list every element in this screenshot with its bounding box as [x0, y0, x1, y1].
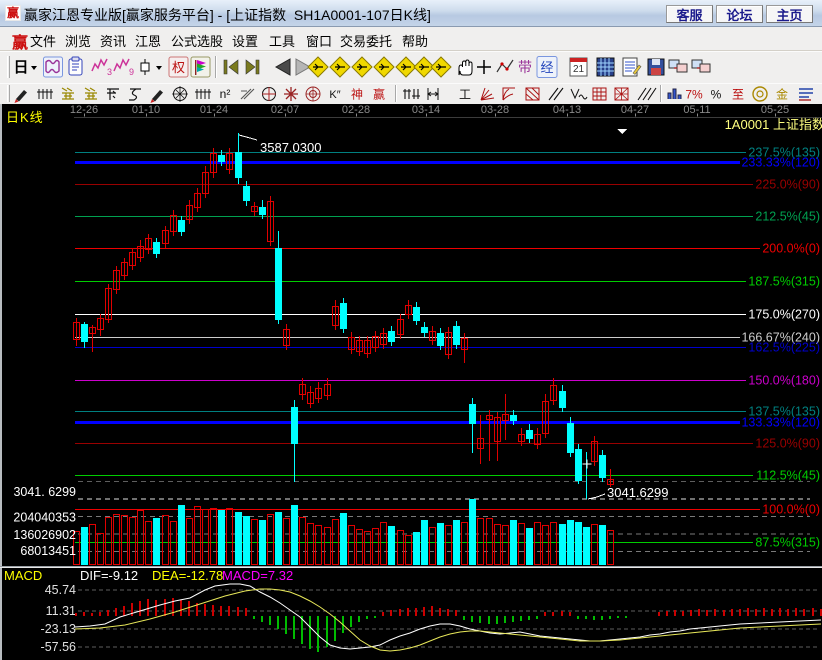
svg-text:日K线: 日K线	[6, 107, 44, 126]
svg-text:至: 至	[732, 86, 744, 103]
svg-text:金: 金	[776, 86, 788, 103]
svg-text:带: 带	[518, 57, 532, 77]
svg-text:162.5%(225): 162.5%(225)	[748, 341, 820, 355]
svg-text:神: 神	[351, 86, 363, 103]
svg-text:125.0%(90): 125.0%(90)	[755, 437, 820, 451]
svg-text:K″: K″	[329, 86, 340, 102]
svg-text:87.5%(315): 87.5%(315)	[755, 536, 820, 550]
svg-text:MACD=7.32: MACD=7.32	[222, 568, 293, 583]
svg-text:187.5%(315): 187.5%(315)	[748, 275, 820, 289]
svg-text:-23.13: -23.13	[41, 622, 76, 636]
svg-text:%: %	[711, 86, 722, 103]
svg-text:68013451: 68013451	[20, 544, 76, 558]
svg-text:175.0%(270): 175.0%(270)	[748, 308, 820, 322]
svg-text:225.0%(90): 225.0%(90)	[755, 178, 820, 192]
svg-text:1A0001 上证指数: 1A0001 上证指数	[725, 114, 822, 133]
svg-text:233.33%(120): 233.33%(120)	[741, 156, 820, 170]
svg-text:n²: n²	[220, 85, 231, 102]
svg-text:21: 21	[573, 60, 585, 75]
svg-text:赢: 赢	[373, 86, 385, 103]
svg-text:100.0%(0): 100.0%(0)	[762, 503, 820, 517]
svg-text:150.0%(180): 150.0%(180)	[748, 374, 820, 388]
svg-text:3587.0300: 3587.0300	[260, 140, 321, 155]
svg-text:7%: 7%	[685, 86, 703, 103]
svg-text:3041.6299: 3041.6299	[607, 485, 668, 500]
svg-text:200.0%(0): 200.0%(0)	[762, 242, 820, 256]
svg-text:日: 日	[13, 56, 28, 77]
svg-text:DIF=-9.12: DIF=-9.12	[80, 568, 138, 583]
svg-text:204040353: 204040353	[13, 511, 76, 525]
svg-text:212.5%(45): 212.5%(45)	[755, 210, 820, 224]
svg-text:权: 权	[172, 57, 185, 76]
svg-text:DEA=-12.78: DEA=-12.78	[152, 568, 223, 583]
svg-text:工: 工	[459, 86, 471, 103]
svg-text:MACD: MACD	[4, 568, 42, 583]
svg-text:11.31: 11.31	[46, 604, 76, 618]
svg-text:3041. 6299: 3041. 6299	[13, 485, 76, 499]
svg-text:45.74: 45.74	[45, 583, 76, 597]
svg-text:9: 9	[129, 65, 134, 78]
svg-text:133.33%(120): 133.33%(120)	[741, 416, 820, 430]
svg-text:-57.56: -57.56	[41, 640, 76, 654]
svg-text:经: 经	[540, 57, 553, 76]
svg-text:112.5%(45): 112.5%(45)	[756, 469, 820, 483]
svg-text:3: 3	[107, 65, 112, 78]
svg-text:136026902: 136026902	[13, 528, 76, 542]
